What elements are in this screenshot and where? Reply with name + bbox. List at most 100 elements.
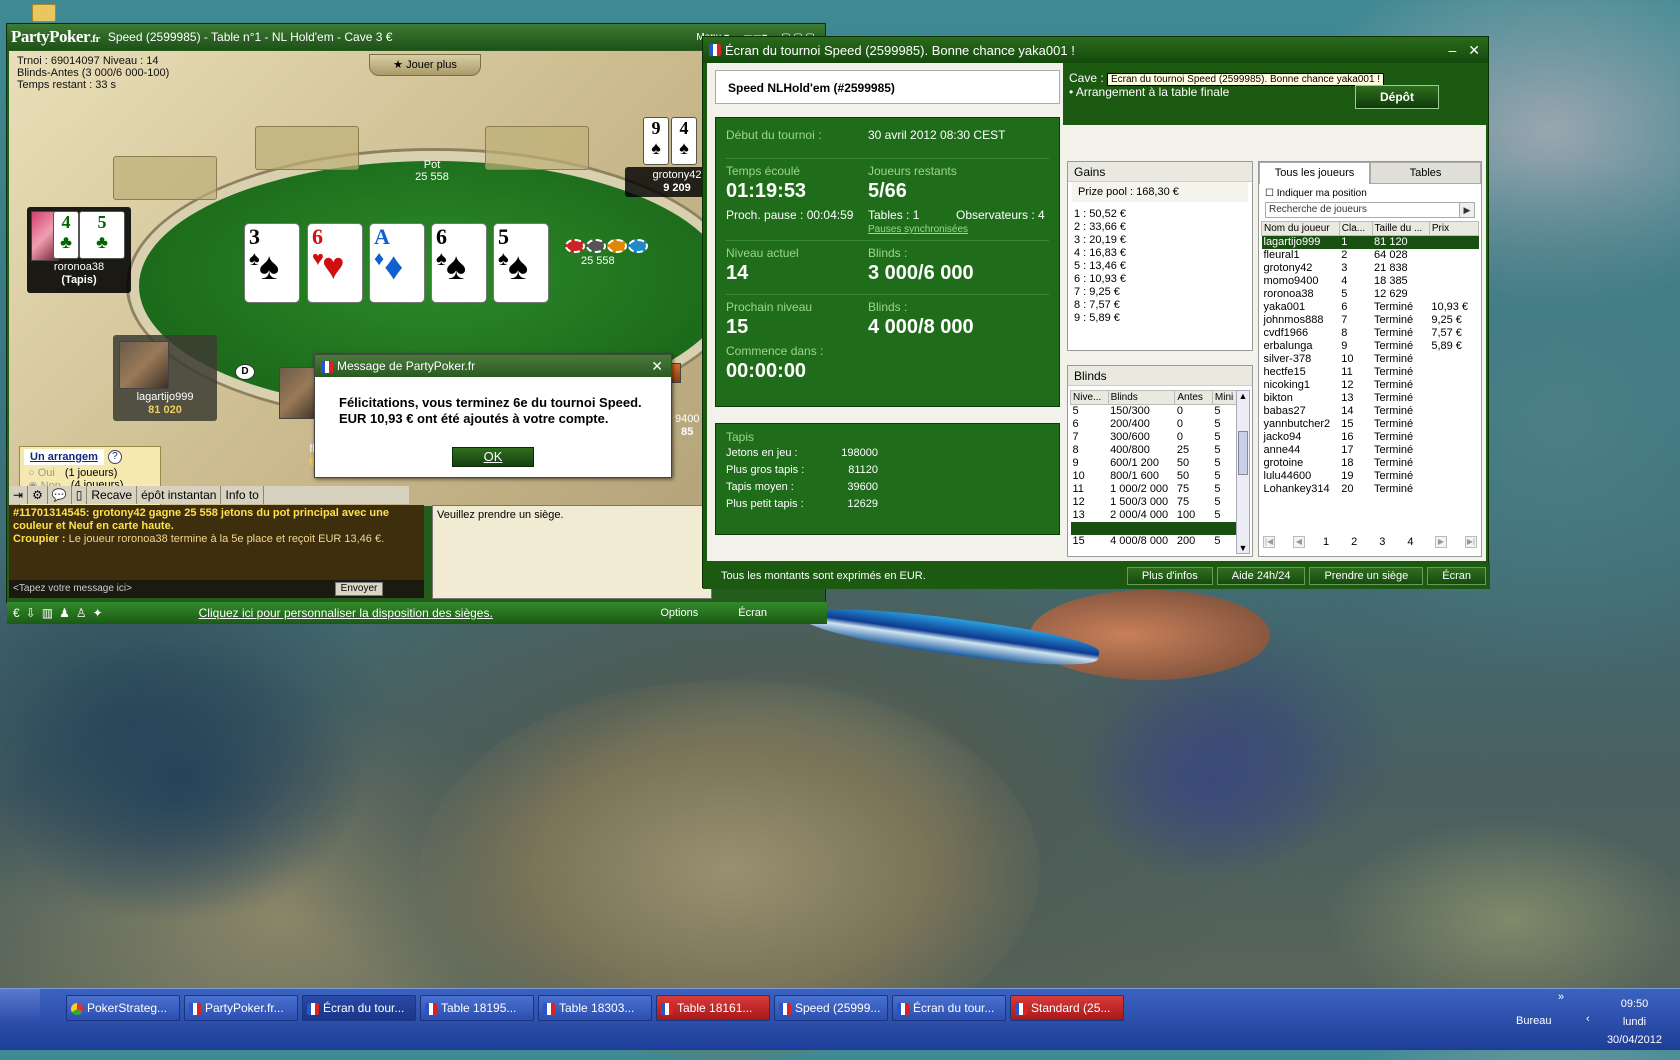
empty-seat[interactable]	[485, 126, 589, 170]
scroll-thumb[interactable]	[1238, 431, 1248, 475]
empty-seat[interactable]	[255, 126, 359, 170]
taskbar-item[interactable]: Écran du tour...	[892, 995, 1006, 1021]
player-row[interactable]: nicoking1 12 Terminé	[1262, 379, 1479, 392]
player-row[interactable]: babas27 14 Terminé	[1262, 405, 1479, 418]
minimize-icon[interactable]: –	[1448, 42, 1456, 59]
blinds-row[interactable]: 15 4 000/8 000 200 5	[1071, 535, 1238, 548]
exit-icon[interactable]: ⇥	[9, 486, 29, 504]
player-row[interactable]: hectfe15 11 Terminé	[1262, 366, 1479, 379]
info-tournoi-button[interactable]: Info to	[221, 486, 264, 504]
page-number[interactable]: 3	[1379, 536, 1385, 548]
bottom-icons[interactable]: €⇩▥♟♙✦	[7, 606, 109, 620]
next-page-icon[interactable]: ▶	[1435, 536, 1447, 548]
player-row[interactable]: grotoine 18 Terminé	[1262, 457, 1479, 470]
blinds-row[interactable]: 7 300/600 0 5	[1071, 431, 1238, 444]
settings-icon[interactable]: ⚙	[28, 486, 48, 504]
start-button[interactable]	[0, 989, 40, 1025]
indiquer-position-checkbox[interactable]: ☐ Indiquer ma position	[1259, 184, 1481, 199]
player-row[interactable]: fleural1 2 64 028	[1262, 249, 1479, 262]
blinds-row[interactable]: 8 400/800 25 5	[1071, 444, 1238, 457]
player-row[interactable]: Lohankey314 20 Terminé	[1262, 483, 1479, 496]
options-button[interactable]: Options	[660, 607, 698, 619]
blinds-row[interactable]: 11 1 000/2 000 75 5	[1071, 483, 1238, 496]
blinds-scrollbar[interactable]: ▲ ▼	[1236, 390, 1250, 554]
taskbar-item[interactable]: Standard (25...	[1010, 995, 1124, 1021]
player-row[interactable]: grotony42 3 21 838	[1262, 262, 1479, 275]
scroll-up-icon[interactable]: ▲	[1237, 391, 1249, 401]
taskbar-item[interactable]: PartyPoker.fr...	[184, 995, 298, 1021]
player-seat-partial[interactable]: 9400 85	[675, 413, 699, 439]
notes-icon[interactable]: ▯	[72, 486, 88, 504]
taskbar-item[interactable]: PokerStrateg...	[66, 995, 180, 1021]
player-row[interactable]: anne44 17 Terminé	[1262, 444, 1479, 457]
ok-button[interactable]: OK	[452, 447, 534, 467]
tab-tables[interactable]: Tables	[1370, 162, 1481, 184]
player-row[interactable]: jacko94 16 Terminé	[1262, 431, 1479, 444]
tab-tous-les-joueurs[interactable]: Tous les joueurs	[1259, 162, 1370, 184]
players-column-header[interactable]: Prix	[1428, 221, 1480, 236]
search-arrow-icon[interactable]: ▶	[1459, 202, 1475, 218]
aide-button[interactable]: Aide 24h/24	[1216, 567, 1306, 585]
chat-log[interactable]: #11701314545: grotony42 gagne 25 558 jet…	[9, 505, 424, 580]
bureau-toolbar[interactable]: Bureau	[1516, 1015, 1551, 1027]
close-icon[interactable]: ✕	[1468, 42, 1480, 59]
customize-seats-link[interactable]: Cliquez ici pour personnaliser la dispos…	[199, 606, 493, 620]
tray-expand-icon[interactable]: »	[1558, 991, 1564, 1003]
blinds-row[interactable]: 6 200/400 0 5	[1071, 418, 1238, 431]
player-row[interactable]: roronoa38 5 12 629	[1262, 288, 1479, 301]
depot-button[interactable]: Dépôt	[1355, 85, 1439, 109]
players-column-header[interactable]: Nom du joueur	[1261, 221, 1340, 236]
player-search-input[interactable]: Recherche de joueurs ▶	[1265, 202, 1475, 218]
page-number[interactable]: 2	[1351, 536, 1357, 548]
folder-icon[interactable]	[32, 4, 56, 22]
arrangement-title[interactable]: Un arrangem	[24, 449, 104, 465]
player-row[interactable]: yaka001 6 Terminé 10,93 €	[1262, 301, 1479, 314]
players-column-header[interactable]: Taille du ...	[1371, 221, 1430, 236]
tournament-titlebar[interactable]: Écran du tournoi Speed (2599985). Bonne …	[703, 37, 1488, 63]
empty-seat[interactable]	[113, 156, 217, 200]
player-row[interactable]: lulu44600 19 Terminé	[1262, 470, 1479, 483]
first-page-icon[interactable]: |◀	[1263, 536, 1275, 548]
blinds-row[interactable]: 5 150/300 0 5	[1071, 405, 1238, 419]
blinds-column-header[interactable]: Antes	[1174, 390, 1213, 405]
plus-infos-button[interactable]: Plus d'infos	[1126, 567, 1213, 585]
pauses-link[interactable]: Pauses synchronisées	[868, 224, 968, 235]
last-page-icon[interactable]: ▶|	[1465, 536, 1477, 548]
depot-instantane-button[interactable]: épôt instantan	[137, 486, 222, 504]
blinds-column-header[interactable]: Blinds	[1107, 390, 1176, 405]
prev-page-icon[interactable]: ◀	[1293, 536, 1305, 548]
clock[interactable]: 09:50 lundi 30/04/2012	[1607, 995, 1662, 1049]
scroll-down-icon[interactable]: ▼	[1237, 543, 1249, 553]
page-number[interactable]: 4	[1407, 536, 1413, 548]
chevron-left-icon[interactable]: ‹	[1586, 1013, 1590, 1025]
taskbar-item[interactable]: Table 18195...	[420, 995, 534, 1021]
blinds-row[interactable]: 10 800/1 600 50 5	[1071, 470, 1238, 483]
taskbar-item[interactable]: Écran du tour...	[302, 995, 416, 1021]
blinds-column-header[interactable]: Mini	[1211, 390, 1239, 405]
player-row[interactable]: johnmos888 7 Terminé 9,25 €	[1262, 314, 1479, 327]
taskbar-item[interactable]: Table 18161...	[656, 995, 770, 1021]
player-row[interactable]: erbalunga 9 Terminé 5,89 €	[1262, 340, 1479, 353]
blinds-column-header[interactable]: Nive...	[1070, 390, 1109, 405]
close-icon[interactable]: ✕	[651, 358, 663, 375]
prendre-siege-button[interactable]: Prendre un siège	[1309, 567, 1424, 585]
ecran-button[interactable]: Écran	[738, 607, 767, 619]
players-column-header[interactable]: Cla...	[1338, 221, 1373, 236]
blinds-row[interactable]: 13 2 000/4 000 100 5	[1071, 509, 1238, 522]
player-row[interactable]: momo9400 4 18 385	[1262, 275, 1479, 288]
chat-icon[interactable]: 💬	[48, 486, 72, 504]
recave-button[interactable]: Recave	[87, 486, 138, 504]
player-row[interactable]: cvdf1966 8 Terminé 7,57 €	[1262, 327, 1479, 340]
player-row[interactable]: yannbutcher2 15 Terminé	[1262, 418, 1479, 431]
blinds-row[interactable]: 14 3 000/6 000 100 5	[1070, 522, 1238, 535]
page-number[interactable]: 1	[1323, 536, 1329, 548]
send-button[interactable]: Envoyer	[335, 582, 383, 596]
blinds-row[interactable]: 12 1 500/3 000 75 5	[1071, 496, 1238, 509]
jouer-plus-button[interactable]: ★ Jouer plus	[369, 54, 481, 76]
player-row[interactable]: silver-378 10 Terminé	[1262, 353, 1479, 366]
blinds-row[interactable]: 9 600/1 200 50 5	[1071, 457, 1238, 470]
taskbar-item[interactable]: Table 18303...	[538, 995, 652, 1021]
player-row[interactable]: bikton 13 Terminé	[1262, 392, 1479, 405]
player-row[interactable]: lagartijo999 1 81 120	[1261, 235, 1479, 249]
taskbar-item[interactable]: Speed (25999...	[774, 995, 888, 1021]
